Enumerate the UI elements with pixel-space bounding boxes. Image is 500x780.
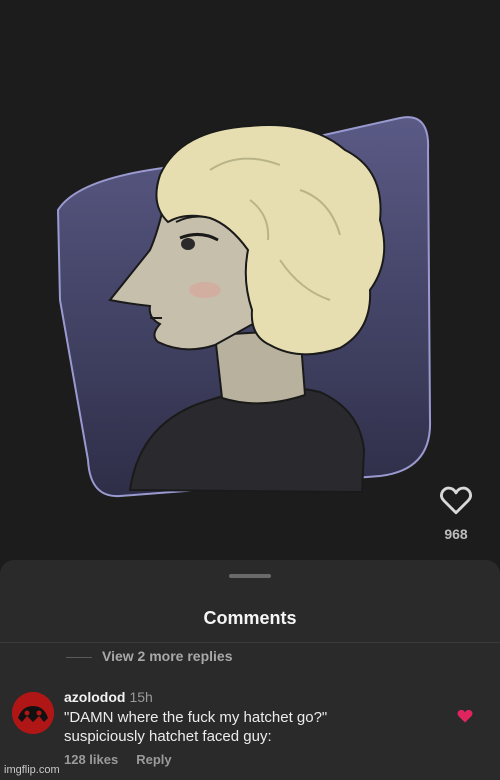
comment-likes-link[interactable]: 128 likes — [64, 752, 118, 767]
comment-username[interactable]: azolodod — [64, 689, 125, 705]
view-replies-label: View 2 more replies — [102, 648, 233, 664]
post-image-area: 968 — [0, 0, 500, 560]
comment-timestamp: 15h — [129, 689, 153, 705]
comment-text: "DAMN where the fuck my hatchet go?" sus… — [64, 708, 434, 746]
watermark: imgflip.com — [4, 764, 60, 776]
reply-button[interactable]: Reply — [136, 752, 171, 767]
character-artwork — [56, 116, 432, 498]
avatar-image — [12, 692, 54, 734]
comment-actions: 128 likes Reply — [64, 752, 434, 767]
post-like-block: 968 — [430, 484, 482, 542]
like-count: 968 — [444, 526, 468, 542]
view-more-replies-link[interactable]: View 2 more replies — [66, 648, 232, 664]
comments-title: Comments — [203, 608, 297, 628]
comment-text-line-1: "DAMN where the fuck my hatchet go?" — [64, 709, 328, 726]
comment-body: azolodod 15h "DAMN where the fuck my hatc… — [64, 688, 434, 767]
sheet-divider — [0, 642, 500, 643]
heart-outline-icon[interactable] — [439, 484, 473, 516]
avatar[interactable] — [12, 692, 54, 734]
comment-header: azolodod 15h — [64, 688, 434, 706]
comment-text-line-2: suspiciously hatchet faced guy: — [64, 728, 272, 745]
comment-heart-icon[interactable] — [456, 708, 474, 724]
comment-item: azolodod 15h "DAMN where the fuck my hatc… — [12, 688, 488, 780]
comments-sheet: Comments View 2 more replies azolodod 15h… — [0, 560, 500, 780]
replies-line — [66, 656, 92, 658]
sheet-grab-handle[interactable] — [229, 574, 271, 578]
